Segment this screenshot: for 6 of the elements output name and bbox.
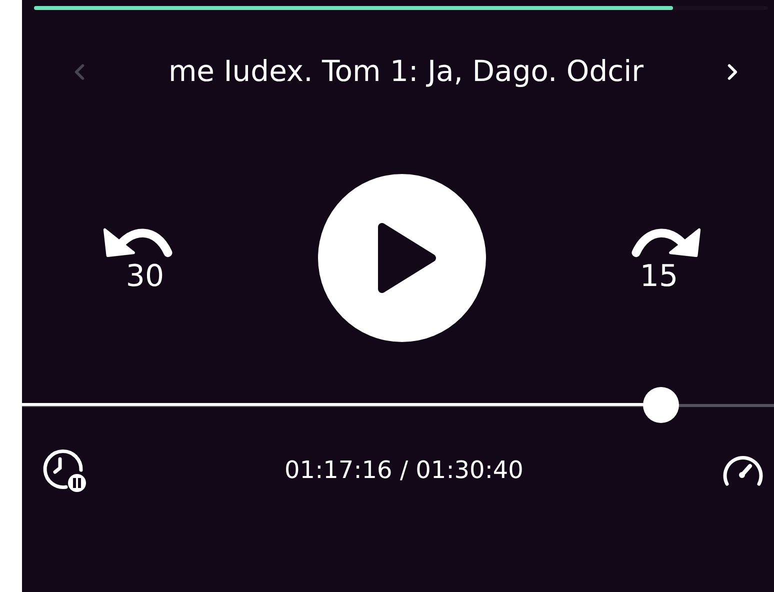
book-title: me Iudex. Tom 1: Ja, Dago. Odcir	[168, 54, 644, 88]
slider-thumb[interactable]	[643, 387, 680, 423]
rewind-button[interactable]: 30	[102, 224, 188, 292]
playback-time: 01:17:16 / 01:30:40	[284, 455, 524, 486]
play-icon	[376, 221, 438, 295]
forward-button[interactable]: 15	[616, 224, 702, 292]
